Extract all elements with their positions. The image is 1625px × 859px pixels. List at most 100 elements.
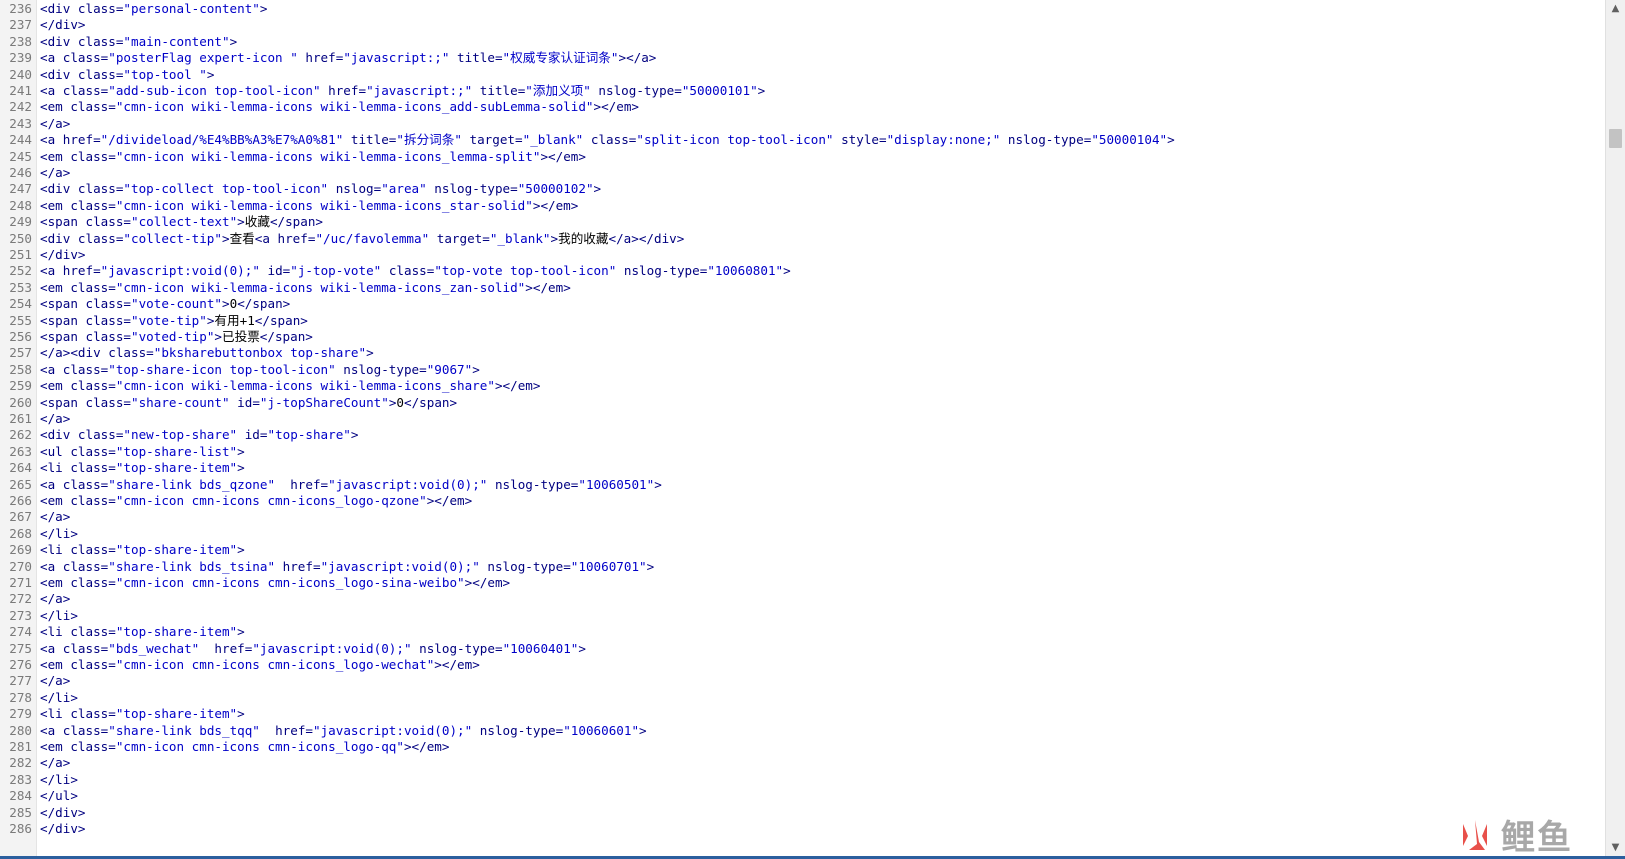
line-number: 245 [9, 148, 32, 164]
line-code: <em class="cmn-icon cmn-icons cmn-icons_… [40, 575, 511, 590]
code-line: 285 </div> [0, 804, 85, 821]
scroll-up-arrow-icon[interactable]: ▲ [1606, 0, 1625, 17]
line-code: <em class="cmn-icon wiki-lemma-icons wik… [40, 148, 586, 164]
line-code: <a class="share-link bds_qzone" href="ja… [40, 476, 662, 492]
code-line: 250 <div class="collect-tip">查看<a href="/… [0, 230, 684, 247]
line-code: </li> [40, 771, 78, 787]
line-number: 264 [9, 460, 32, 476]
line-number: 273 [9, 607, 32, 623]
code-line: 262 <div class="new-top-share" id="top-sh… [0, 426, 358, 443]
code-line: 253 <em class="cmn-icon wiki-lemma-icons … [0, 279, 571, 296]
line-code: <em class="cmn-icon wiki-lemma-icons wik… [40, 279, 571, 295]
line-code: </li> [40, 607, 78, 623]
code-line: 277 </a> [0, 672, 70, 689]
line-number: 278 [9, 689, 32, 705]
line-number: 267 [9, 509, 32, 525]
line-code: </div> [40, 821, 86, 836]
line-number: 277 [9, 673, 32, 689]
code-line: 276 <em class="cmn-icon cmn-icons cmn-ico… [0, 656, 480, 673]
line-number: 282 [9, 755, 32, 771]
code-line: 284 </ul> [0, 787, 78, 804]
line-number: 238 [9, 33, 32, 49]
line-number: 281 [9, 739, 32, 754]
line-code: <li class="top-share-item"> [40, 460, 245, 476]
line-number: 250 [9, 230, 32, 246]
line-number: 259 [9, 378, 32, 394]
code-line: 264 <li class="top-share-item"> [0, 459, 245, 476]
line-code: <div class="main-content"> [40, 33, 238, 49]
line-number: 249 [9, 214, 32, 230]
line-number: 286 [9, 821, 32, 836]
line-number: 283 [9, 771, 32, 787]
line-number: 243 [9, 115, 32, 131]
line-number: 242 [9, 99, 32, 115]
code-line: 246 </a> [0, 164, 70, 181]
line-code: </a> [40, 411, 71, 426]
line-number: 266 [9, 493, 32, 508]
code-line: 242 <em class="cmn-icon wiki-lemma-icons … [0, 98, 639, 115]
watermark-text: 鲤鱼 [1501, 817, 1573, 858]
code-line: 281 <em class="cmn-icon cmn-icons cmn-ico… [0, 738, 449, 755]
line-number: 276 [9, 657, 32, 672]
line-code: <em class="cmn-icon wiki-lemma-icons wik… [40, 197, 579, 213]
code-line: 286 </div> [0, 820, 86, 837]
line-number: 285 [9, 804, 32, 820]
code-line: 255 <span class="vote-tip">有用+1</span> [0, 312, 308, 329]
line-code: </div> [40, 17, 86, 33]
line-code: <a class="add-sub-icon top-tool-icon" hr… [40, 83, 766, 98]
scroll-down-arrow-icon[interactable]: ▼ [1606, 839, 1625, 856]
line-code: </a> [40, 165, 71, 180]
line-number: 239 [9, 50, 32, 66]
code-line: 270 <a class="share-link bds_tsina" href=… [0, 558, 654, 575]
code-line: 244 <a href="/divideload/%E4%BB%A3%E7%A0%… [0, 131, 1175, 148]
line-code: <em class="cmn-icon wiki-lemma-icons wik… [40, 378, 541, 394]
code-line: 237 </div> [0, 16, 86, 33]
line-code: <a class="share-link bds_tsina" href="ja… [40, 558, 655, 574]
scroll-thumb[interactable] [1609, 129, 1622, 149]
line-number: 246 [9, 165, 32, 180]
line-code: <div class="personal-content"> [40, 1, 268, 16]
code-line: 279 <li class="top-share-item"> [0, 705, 245, 722]
code-line: 278 </li> [0, 689, 78, 706]
code-line: 247 <div class="top-collect top-tool-icon… [0, 180, 601, 197]
fire-logo-icon [1463, 820, 1487, 850]
line-number: 240 [9, 66, 32, 82]
code-line: 251 </div> [0, 246, 86, 263]
line-code: </a> [40, 115, 71, 131]
line-number: 262 [9, 427, 32, 443]
vertical-scrollbar[interactable]: ▲ ▼ [1605, 0, 1625, 856]
code-line: 252 <a href="javascript:void(0);" id="j-t… [0, 262, 790, 279]
line-number: 271 [9, 575, 32, 590]
line-code: <em class="cmn-icon cmn-icons cmn-icons_… [40, 493, 473, 508]
code-line: 282 </a> [0, 754, 70, 771]
line-number: 260 [9, 394, 32, 410]
line-number: 254 [9, 296, 32, 312]
code-line: 283 </li> [0, 771, 78, 788]
line-code: <li class="top-share-item"> [40, 542, 245, 558]
code-line: 238 <div class="main-content"> [0, 33, 237, 50]
line-number: 263 [9, 443, 32, 459]
line-code: <a href="/divideload/%E4%BB%A3%E7%A0%81"… [40, 132, 1175, 148]
line-code: </ul> [40, 788, 78, 804]
line-code: <span class="vote-tip">有用+1</span> [40, 312, 308, 328]
line-code: </div> [40, 247, 86, 262]
line-code: <ul class="top-share-list"> [40, 443, 245, 459]
code-line: 243 </a> [0, 115, 70, 132]
code-line: 280 <a class="share-link bds_tqq" href="j… [0, 722, 646, 739]
line-number: 237 [9, 17, 32, 33]
source-code-viewer: 236 <div class="personal-content"> 237 </di… [0, 0, 1606, 856]
line-number: 256 [9, 329, 32, 344]
line-number: 272 [9, 591, 32, 607]
code-line: 239 <a class="posterFlag expert-icon " hr… [0, 49, 656, 66]
line-code: <span class="collect-text">收藏</span> [40, 214, 324, 230]
code-line: 258 <a class="top-share-icon top-tool-ico… [0, 361, 480, 378]
code-line: 249 <span class="collect-text">收藏</span> [0, 213, 323, 230]
line-code: <span class="vote-count">0</span> [40, 296, 291, 312]
code-line: 271 <em class="cmn-icon cmn-icons cmn-ico… [0, 574, 510, 591]
line-number: 270 [9, 558, 32, 574]
line-code: <a class="bds_wechat" href="javascript:v… [40, 640, 586, 656]
code-line: 265 <a class="share-link bds_qzone" href=… [0, 476, 662, 493]
line-code: <div class="collect-tip">查看<a href="/uc/… [40, 230, 685, 246]
line-code: <div class="top-tool "> [40, 66, 215, 82]
line-number: 280 [9, 722, 32, 738]
